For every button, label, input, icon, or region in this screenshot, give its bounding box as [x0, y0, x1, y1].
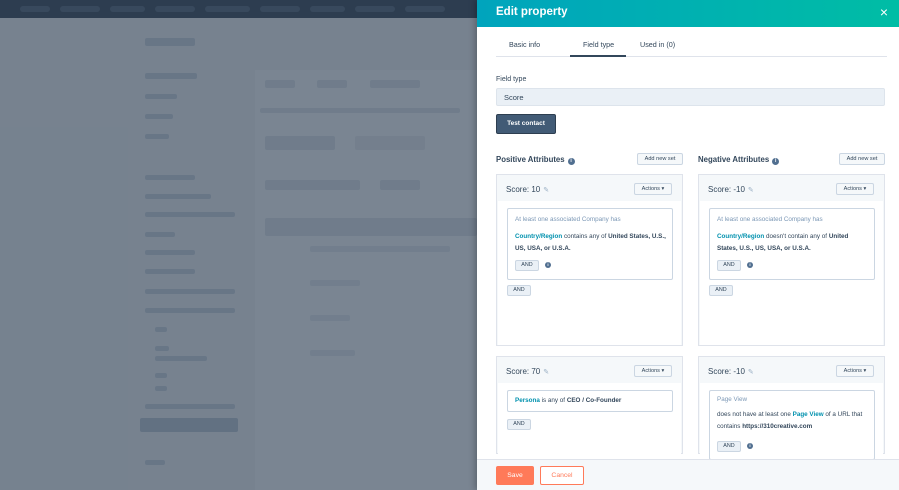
inner-and-button[interactable]: AND — [717, 260, 741, 271]
score-value[interactable]: Score: -10 ✎ — [708, 367, 755, 376]
field-type-select[interactable]: Score — [496, 88, 885, 106]
info-icon[interactable]: i — [545, 262, 551, 268]
positive-attributes-title: Positive Attributes i — [496, 155, 575, 165]
info-icon[interactable]: i — [747, 443, 753, 449]
tab-used-in[interactable]: Used in (0) — [640, 40, 675, 49]
rule-filter[interactable]: Persona is any of CEO / Co-Founder — [507, 390, 673, 412]
tab-bar: Basic info Field type Used in (0) — [496, 34, 887, 57]
pencil-icon[interactable]: ✎ — [543, 368, 550, 376]
close-icon[interactable]: × — [876, 4, 892, 20]
negative-attributes-title: Negative Attributes i — [698, 155, 780, 165]
negative-sets-column: Score: -10 ✎ Actions ▾ At least one assoc… — [698, 174, 885, 460]
rule-filter[interactable]: At least one associated Company has Coun… — [507, 208, 673, 280]
negative-score-set: Score: -10 ✎ Actions ▾ At least one assoc… — [698, 174, 885, 346]
background-app — [0, 0, 477, 490]
positive-add-new-set-button[interactable]: Add new set — [637, 153, 683, 165]
info-icon[interactable]: i — [772, 158, 780, 165]
field-type-label: Field type — [496, 76, 527, 83]
info-icon[interactable]: i — [567, 158, 575, 165]
test-contact-button[interactable]: Test contact — [496, 114, 556, 134]
score-value[interactable]: Score: -10 ✎ — [708, 185, 755, 194]
negative-score-set: Score: -10 ✎ Actions ▾ Page View does not… — [698, 356, 885, 460]
rule-text: Country/Region doesn't contain any of Un… — [717, 233, 849, 252]
cancel-button[interactable]: Cancel — [540, 466, 584, 485]
info-icon[interactable]: i — [747, 262, 753, 268]
property-link[interactable]: Country/Region — [717, 233, 764, 240]
rule-header: At least one associated Company has — [515, 216, 621, 223]
outer-and-button[interactable]: AND — [507, 285, 531, 296]
positive-sets-column: Score: 10 ✎ Actions ▾ At least one associ… — [496, 174, 683, 455]
pencil-icon[interactable]: ✎ — [748, 368, 755, 376]
active-tab-indicator — [570, 55, 626, 57]
outer-and-button[interactable]: AND — [709, 285, 733, 296]
rule-text: Persona is any of CEO / Co-Founder — [515, 397, 622, 404]
property-link[interactable]: Page View — [793, 411, 824, 418]
property-link[interactable]: Persona — [515, 397, 540, 404]
rule-filter[interactable]: At least one associated Company has Coun… — [709, 208, 875, 280]
actions-dropdown[interactable]: Actions ▾ — [836, 365, 874, 377]
rule-filter[interactable]: Page View does not have at least one Pag… — [709, 390, 875, 460]
outer-and-button[interactable]: AND — [507, 419, 531, 430]
positive-score-set: Score: 10 ✎ Actions ▾ At least one associ… — [496, 174, 683, 346]
edit-property-panel: Edit property × Basic info Field type Us… — [477, 0, 899, 490]
rule-header: Page View — [717, 396, 747, 403]
inner-and-button[interactable]: AND — [717, 441, 741, 452]
positive-score-set: Score: 70 ✎ Actions ▾ Persona is any of C… — [496, 356, 683, 455]
pencil-icon[interactable]: ✎ — [748, 186, 755, 194]
panel-title: Edit property — [496, 6, 568, 18]
score-set-body: At least one associated Company has Coun… — [498, 201, 681, 345]
positive-attributes-label: Positive Attributes — [496, 155, 565, 164]
save-button[interactable]: Save — [496, 466, 534, 485]
property-link[interactable]: Country/Region — [515, 233, 562, 240]
panel-footer: Save Cancel — [477, 459, 899, 490]
score-set-body: Persona is any of CEO / Co-Founder AND — [498, 383, 681, 455]
panel-header: Edit property × — [477, 0, 899, 27]
rule-header: At least one associated Company has — [717, 216, 823, 223]
score-value[interactable]: Score: 10 ✎ — [506, 185, 550, 194]
tab-field-type[interactable]: Field type — [583, 40, 614, 49]
actions-dropdown[interactable]: Actions ▾ — [634, 365, 672, 377]
actions-dropdown[interactable]: Actions ▾ — [634, 183, 672, 195]
modal-backdrop[interactable] — [0, 0, 477, 490]
actions-dropdown[interactable]: Actions ▾ — [836, 183, 874, 195]
score-set-body: Page View does not have at least one Pag… — [700, 383, 883, 460]
score-value[interactable]: Score: 70 ✎ — [506, 367, 550, 376]
rule-text: Country/Region contains any of United St… — [515, 233, 666, 252]
score-set-body: At least one associated Company has Coun… — [700, 201, 883, 345]
negative-add-new-set-button[interactable]: Add new set — [839, 153, 885, 165]
tab-basic-info[interactable]: Basic info — [509, 40, 540, 49]
pencil-icon[interactable]: ✎ — [543, 186, 550, 194]
rule-text: does not have at least one Page View of … — [717, 411, 863, 430]
negative-attributes-label: Negative Attributes — [698, 155, 770, 164]
inner-and-button[interactable]: AND — [515, 260, 539, 271]
